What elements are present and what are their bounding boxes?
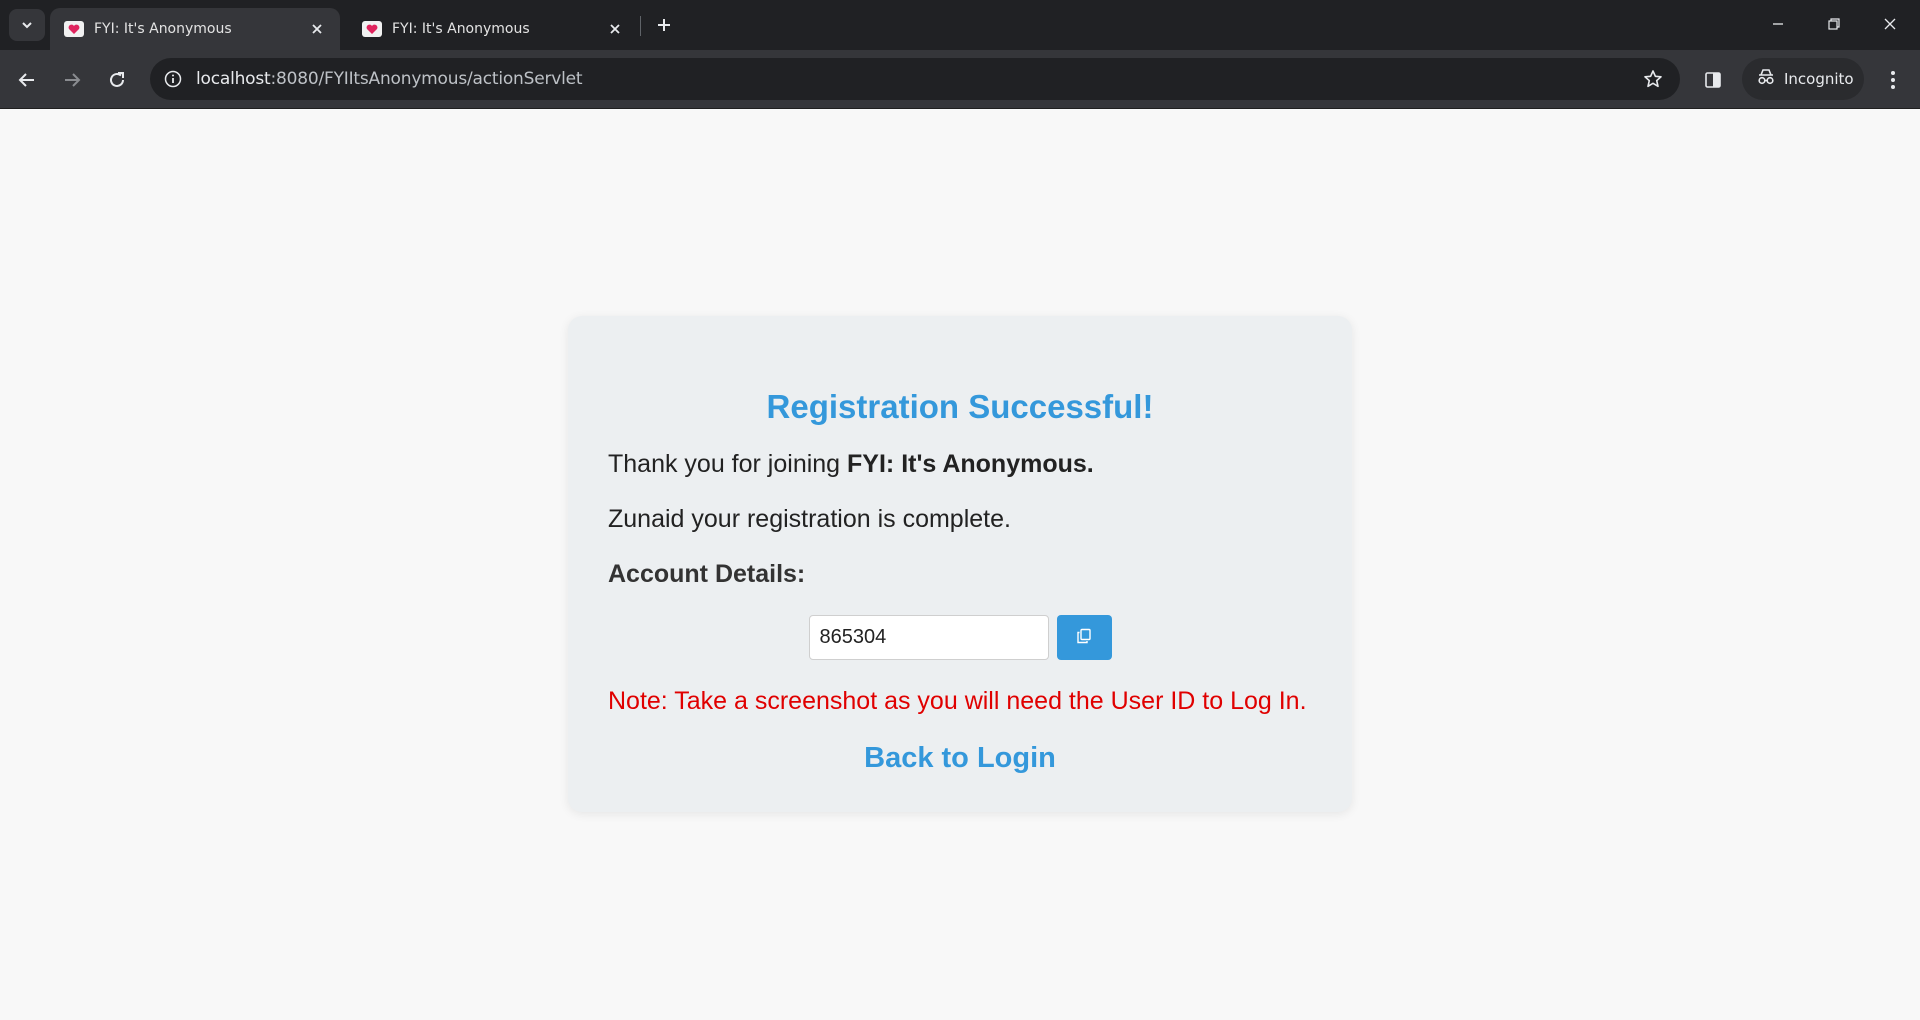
incognito-icon bbox=[1756, 68, 1776, 90]
copy-button[interactable] bbox=[1056, 615, 1112, 660]
tab-inactive[interactable]: FYI: It's Anonymous bbox=[348, 8, 638, 50]
close-icon[interactable] bbox=[604, 18, 626, 40]
url-text[interactable]: localhost:8080/FYIItsAnonymous/actionSer… bbox=[196, 69, 1636, 89]
favicon-heart-icon bbox=[64, 21, 84, 37]
window-close-icon[interactable] bbox=[1862, 0, 1918, 48]
url-path: :8080/FYIItsAnonymous/actionServlet bbox=[270, 69, 583, 89]
copy-icon bbox=[1076, 628, 1092, 647]
user-id-row bbox=[568, 615, 1352, 660]
tab-search-icon[interactable] bbox=[9, 9, 45, 41]
restore-icon[interactable] bbox=[1806, 0, 1862, 48]
plus-icon[interactable] bbox=[650, 11, 678, 39]
address-bar[interactable]: localhost:8080/FYIItsAnonymous/actionSer… bbox=[150, 58, 1680, 100]
tab-strip: FYI: It's Anonymous FYI: It's Anonymous bbox=[0, 0, 1920, 50]
tab-title: FYI: It's Anonymous bbox=[392, 21, 530, 37]
info-icon[interactable] bbox=[158, 64, 188, 94]
forward-arrow-icon[interactable] bbox=[55, 63, 89, 97]
user-id-field[interactable] bbox=[808, 615, 1049, 660]
kebab-menu-icon[interactable] bbox=[1876, 63, 1910, 97]
page-content: Registration Successful! Thank you for j… bbox=[0, 109, 1920, 1020]
tab-title: FYI: It's Anonymous bbox=[94, 21, 232, 37]
tab-separator bbox=[640, 16, 641, 36]
completion-message: Zunaid your registration is complete. bbox=[608, 505, 1011, 533]
reload-icon[interactable] bbox=[100, 63, 134, 97]
thank-you-text: Thank you for joining FYI: It's Anonymou… bbox=[608, 450, 1094, 479]
account-details-label: Account Details: bbox=[608, 560, 806, 588]
favicon-heart-icon bbox=[362, 21, 382, 37]
minimize-icon[interactable] bbox=[1750, 0, 1806, 48]
back-arrow-icon[interactable] bbox=[10, 63, 44, 97]
back-to-login-link[interactable]: Back to Login bbox=[568, 742, 1352, 775]
registration-card: Registration Successful! Thank you for j… bbox=[568, 316, 1352, 812]
close-icon[interactable] bbox=[306, 18, 328, 40]
page-title: Registration Successful! bbox=[766, 388, 1154, 425]
incognito-badge[interactable]: Incognito bbox=[1742, 58, 1864, 100]
star-icon[interactable] bbox=[1636, 62, 1670, 96]
side-panel-icon[interactable] bbox=[1696, 63, 1730, 97]
brand-name: FYI: It's Anonymous. bbox=[847, 450, 1094, 478]
screenshot-note: Note: Take a screenshot as you will need… bbox=[608, 687, 1307, 715]
incognito-label: Incognito bbox=[1784, 70, 1854, 88]
url-host: localhost bbox=[196, 69, 271, 89]
thank-you-prefix: Thank you for joining bbox=[608, 450, 848, 478]
tab-active[interactable]: FYI: It's Anonymous bbox=[50, 8, 340, 50]
browser-toolbar: localhost:8080/FYIItsAnonymous/actionSer… bbox=[0, 50, 1920, 109]
